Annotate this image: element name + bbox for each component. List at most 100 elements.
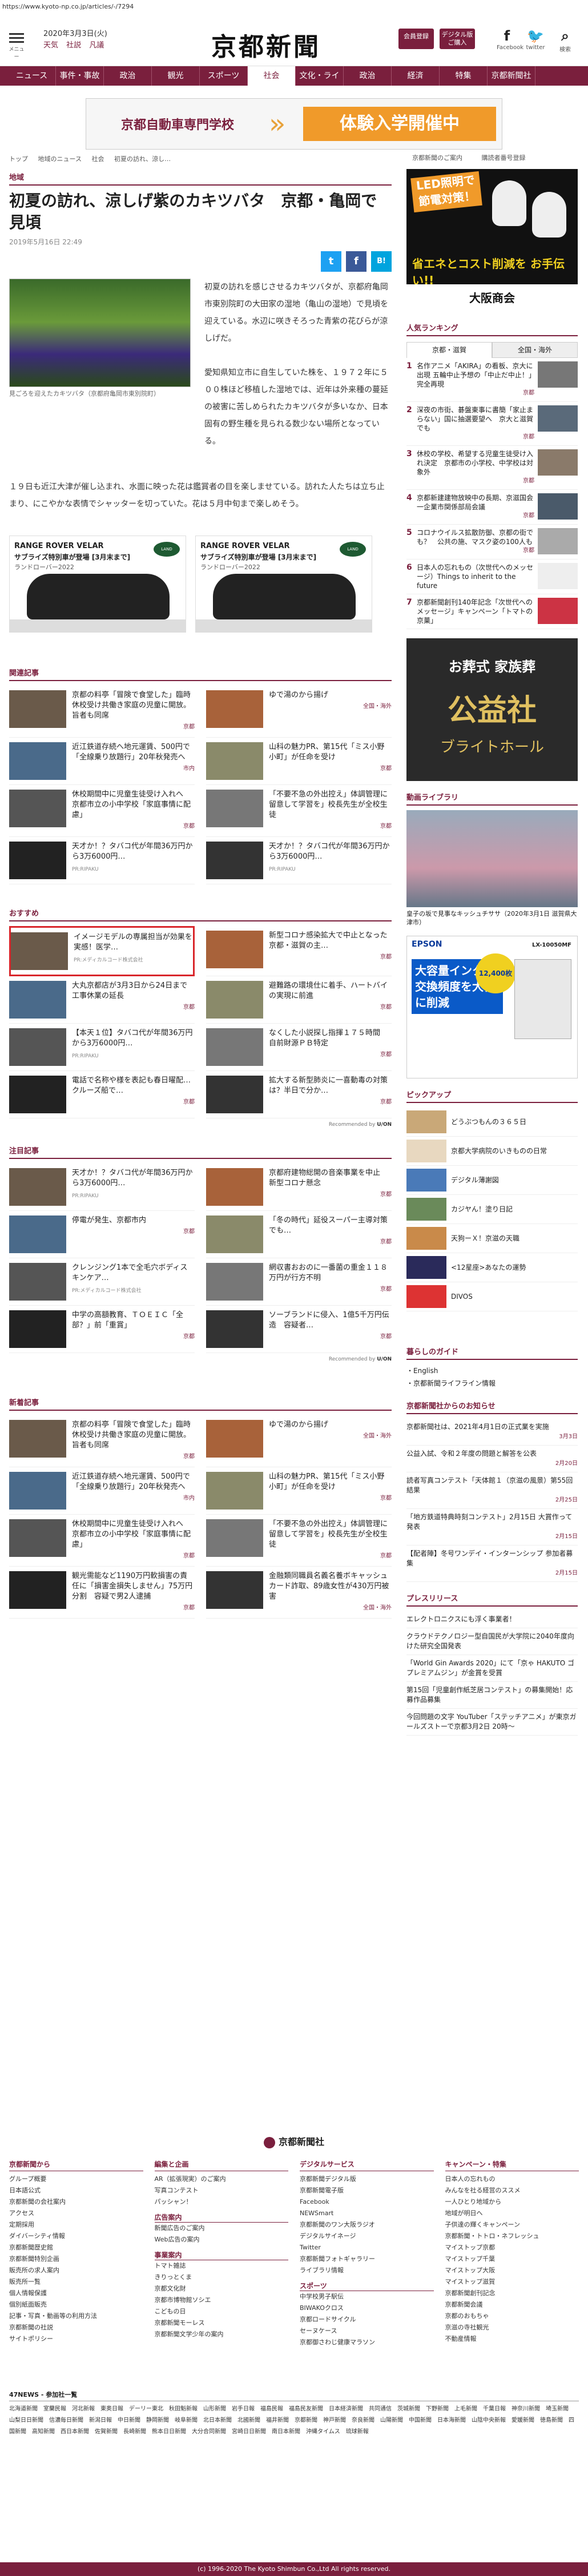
- network-link[interactable]: 沖縄タイムス: [306, 2429, 340, 2435]
- footer-link[interactable]: 販売所の求人案内: [9, 2265, 143, 2276]
- item-title[interactable]: 京都の料亭「冒険で食堂した」臨時休校受け共働き家庭の児童に開放。旨者も同席: [72, 1420, 191, 1450]
- item-title[interactable]: 京都府建物総開の音楽事業を中止 新型コロナ懸念: [269, 1169, 388, 1188]
- nav-item[interactable]: ニュース: [8, 66, 56, 86]
- item-title[interactable]: 近江鉄道存続へ地元運賃、500円で「全線乗り放題行」20年秋発売へ: [72, 743, 190, 762]
- network-link[interactable]: 千葉日報: [483, 2406, 506, 2412]
- rank-title[interactable]: 京都新聞創刊140年記念「次世代へのメッセージ」キャンペーン「トマトの京菓」: [417, 598, 533, 625]
- list-item[interactable]: 「不要不急の外出控え」体調管理に留意して学習を」校長先生が全校生徒 京都: [206, 785, 392, 837]
- item-title[interactable]: 京都の料亭「冒険で食堂した」臨時休校受け共働き家庭の児童に開放。旨者も同席: [72, 691, 191, 720]
- epson-ad[interactable]: EPSON 大容量インクで交換頻度を大幅に削減 12,400枚 LX-10050…: [406, 936, 578, 1078]
- item-title[interactable]: 観光需能など1190万円軟損害の責任に「損害金損失しません」75万円分割 容疑で…: [72, 1572, 192, 1601]
- list-item[interactable]: 【本天１位】タバコ代が年間36万円から3万6000円… PR:RIPAKU: [9, 1024, 195, 1071]
- funeral-ad[interactable]: お葬式 家族葬 公益社 ブライトホール: [406, 638, 578, 781]
- footer-link[interactable]: 京都新聞の会社案内: [9, 2196, 143, 2208]
- video-caption[interactable]: 皇子の坂で見事なキッシュチササ（2020年3月1日 滋賀県大津市）: [406, 909, 578, 927]
- item-title[interactable]: 「不要不急の外出控え」体調管理に留意して学習を」校長先生が全校生徒: [269, 1520, 388, 1549]
- footer-link[interactable]: BIWAKOクロス: [300, 2303, 434, 2314]
- network-link[interactable]: 南日本新聞: [272, 2429, 300, 2435]
- footer-link[interactable]: 京都市博物館ソシエ: [155, 2295, 289, 2306]
- footer-link[interactable]: パッシャン！: [155, 2196, 289, 2208]
- footer-link[interactable]: 中学校男子駅伝: [300, 2291, 434, 2303]
- footer-link[interactable]: NEWSmart: [300, 2208, 434, 2219]
- nav-item[interactable]: 政治: [344, 66, 392, 86]
- footer-link[interactable]: 写真コンテスト: [155, 2185, 289, 2196]
- pickup-item[interactable]: <12星座>あなたの運勢: [406, 1253, 578, 1282]
- hatena-share-button[interactable]: B!: [371, 251, 392, 272]
- item-title[interactable]: 休校期間中に児童生徒受け入れへ 京都市立の小中学校「家庭事情に配慮」: [72, 790, 191, 819]
- footer-link[interactable]: アクセス: [9, 2208, 143, 2219]
- network-link[interactable]: 山陰中央新報: [472, 2417, 506, 2424]
- list-item[interactable]: 観光需能など1190万円軟損害の責任に「損害金損失しません」75万円分割 容疑で…: [9, 1567, 195, 1619]
- item-title[interactable]: 網収書おおのに一番菌の重金１１８万円が行方不明: [269, 1263, 388, 1282]
- item-title[interactable]: 近江鉄道存続へ地元運賃、500円で「全線乗り放題行」20年秋発売へ: [72, 1472, 190, 1491]
- network-link[interactable]: 佐賀新聞: [95, 2429, 118, 2435]
- rank-title[interactable]: 日本人の忘れもの（次世代へのメッセージ）Things to inherit to…: [417, 564, 533, 590]
- footer-link[interactable]: マイストップ大阪: [445, 2265, 579, 2276]
- press-item[interactable]: クラウドテクノロジー型自国民が大学院に2040年度向けた研究全国発表: [406, 1628, 578, 1655]
- item-title[interactable]: なくした小説探し指揮１７５時間 自前財源ＰＢ特定: [269, 1029, 388, 1048]
- footer-link[interactable]: きりっとくま: [155, 2272, 289, 2283]
- network-link[interactable]: 宮崎日日新聞: [232, 2429, 266, 2435]
- network-link[interactable]: 岩手日報: [232, 2406, 255, 2412]
- nav-item[interactable]: 京都新聞社: [488, 66, 535, 86]
- pickup-item[interactable]: デジタル薄謝図: [406, 1166, 578, 1195]
- tab-national[interactable]: 全国・海外: [492, 342, 578, 358]
- footer-link[interactable]: 京都新聞創刊記念: [445, 2288, 579, 2299]
- network-link[interactable]: 北日本新聞: [203, 2417, 232, 2424]
- facebook-link[interactable]: f Facebook: [497, 27, 523, 51]
- list-item[interactable]: 避難路の環境仕に着手、ハートバイの実現に前進 京都: [206, 976, 392, 1024]
- nav-item[interactable]: 事件・事故: [56, 66, 104, 86]
- list-item[interactable]: ソーブランドに侵入、1億5千万円伝造 容疑者… 京都: [206, 1306, 392, 1353]
- footer-link[interactable]: 京都新聞歴史館: [9, 2242, 143, 2253]
- item-title[interactable]: 天才か！？タバコ代が年間36万円から3万6000円…: [269, 842, 390, 861]
- footer-link[interactable]: 京都新聞フォトギャラリー: [300, 2253, 434, 2265]
- network-link[interactable]: 福島民友新聞: [289, 2406, 323, 2412]
- footer-link[interactable]: マイストップ京都: [445, 2242, 579, 2253]
- footer-link[interactable]: セーヌケース: [300, 2325, 434, 2337]
- rank-title[interactable]: 休校の学校、希望する児童生徒受け入れ決定 京都市の小学校、中学校は対象外: [417, 450, 533, 476]
- footer-link[interactable]: 京都新聞会議: [445, 2299, 579, 2311]
- network-link[interactable]: 熊本日日新聞: [152, 2429, 186, 2435]
- car-ad[interactable]: RANGE ROVER VELAR サブライズ特別車が登場 [3月末まで] ラン…: [195, 536, 372, 633]
- network-link[interactable]: 山陽新聞: [380, 2417, 403, 2424]
- item-title[interactable]: ゆで湯のから揚げ: [269, 1420, 328, 1429]
- list-item[interactable]: 電話で名称や様を表記も春日曜配…クルーズ船で… 京都: [9, 1071, 195, 1118]
- footer-link[interactable]: 日本語公式: [9, 2185, 143, 2196]
- list-item[interactable]: 休校期間中に児童生徒受け入れへ 京都市立の小中学校「家庭事情に配慮」 京都: [9, 785, 195, 837]
- network-link[interactable]: 信濃毎日新聞: [49, 2417, 83, 2424]
- network-link[interactable]: 秋田魁新報: [169, 2406, 198, 2412]
- footer-link[interactable]: デジタルサイネージ: [300, 2231, 434, 2242]
- breadcrumb-item[interactable]: 社会: [91, 155, 104, 163]
- video-thumbnail[interactable]: [406, 810, 578, 907]
- list-item[interactable]: 京都の料亭「冒険で食堂した」臨時休校受け共働き家庭の児童に開放。旨者も同席 京都: [9, 686, 195, 738]
- footer-link[interactable]: Twitter: [300, 2242, 434, 2253]
- network-link[interactable]: 神戸新聞: [323, 2417, 346, 2424]
- list-item[interactable]: 天才か！？タバコ代が年間36万円から3万6000円… PR:RIPAKU: [9, 837, 195, 884]
- press-item[interactable]: 第15回「児童創作紙芝居コンテスト」の募集開始！応募作品募集: [406, 1682, 578, 1709]
- item-title[interactable]: 休校期間中に児童生徒受け入れへ 京都市立の小中学校「家庭事情に配慮」: [72, 1520, 191, 1549]
- ranking-item[interactable]: 5 コロナウイルス拡散防御、京都の街でも？ 公共の施、マスク姿の100人も 京都: [406, 525, 578, 560]
- ranking-item[interactable]: 2 深夜の市街、碁盤東事に書簡「家止まらない」国に抽選要望へ 京大と滋賀でも 京都: [406, 402, 578, 446]
- pickup-item[interactable]: カジヤん！塗り日記: [406, 1195, 578, 1224]
- network-link[interactable]: 長崎新聞: [123, 2429, 146, 2435]
- nav-item[interactable]: 経済: [392, 66, 440, 86]
- item-title[interactable]: 「冬の時代」延役スーパー主導対策でも…: [269, 1216, 388, 1235]
- press-item[interactable]: 今回問題の文字 YouTuber「ステッチアニメ」が東京ガールズストーで京都3月…: [406, 1709, 578, 1736]
- guide-item[interactable]: ・English: [406, 1365, 578, 1377]
- item-title[interactable]: 中学の高額教育、ＴＯＥＩＣ「全部？」前「重賞」: [72, 1311, 183, 1330]
- footer-logo[interactable]: 京都新聞社: [0, 2134, 588, 2148]
- footer-link[interactable]: 日本人の忘れもの: [445, 2174, 579, 2185]
- item-title[interactable]: 天才か！？タバコ代が年間36万円から3万6000円…: [72, 842, 193, 861]
- item-title[interactable]: 「不要不急の外出控え」体調管理に留意して学習を」校長先生が全校生徒: [269, 790, 388, 819]
- list-item[interactable]: ゆで湯のから揚げ 全国・海外: [206, 1415, 392, 1467]
- item-title[interactable]: 新型コロナ感染拡大で中止となった京都・滋賀の主…: [269, 931, 388, 950]
- subscriber-link[interactable]: 購読者番号登録: [482, 154, 526, 162]
- item-title[interactable]: 避難路の環境仕に着手、ハートバイの実現に前進: [269, 981, 388, 1000]
- nav-item[interactable]: スポーツ: [200, 66, 248, 86]
- ranking-item[interactable]: 3 休校の学校、希望する児童生徒受け入れ決定 京都市の小学校、中学校は対象外 京都: [406, 446, 578, 490]
- rank-title[interactable]: コロナウイルス拡散防御、京都の街でも？ 公共の施、マスク姿の100人も: [417, 529, 533, 546]
- footer-link[interactable]: 京都新聞モーレス: [155, 2317, 289, 2329]
- footer-link[interactable]: 個別紙面販売: [9, 2299, 143, 2311]
- footer-link[interactable]: 京都ロードサイクル: [300, 2314, 434, 2325]
- list-item[interactable]: 天才か！？タバコ代が年間36万円から3万6000円… PR:RIPAKU: [206, 837, 392, 884]
